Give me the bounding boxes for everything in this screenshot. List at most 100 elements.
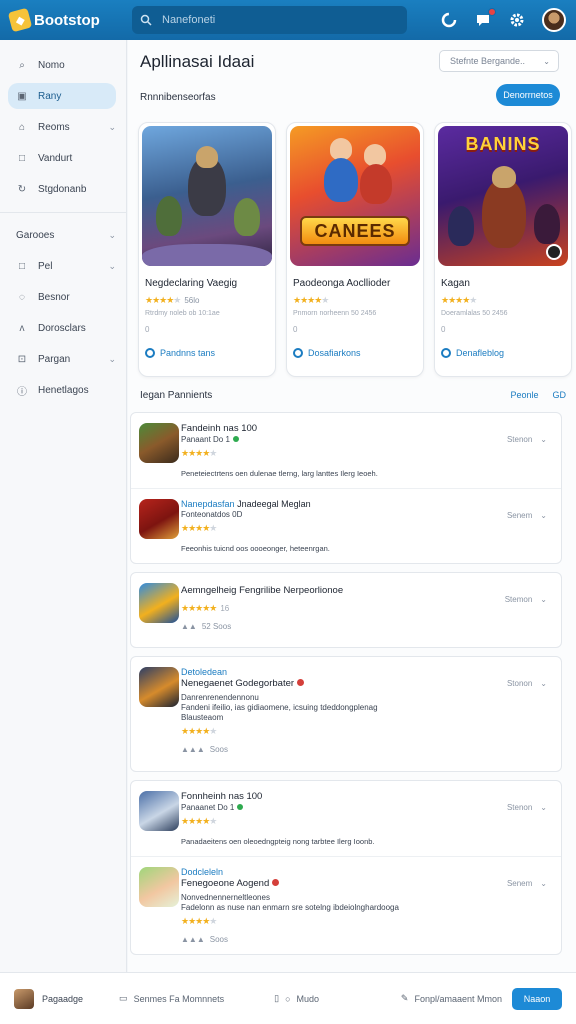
- person-icon: ᴧ: [19, 322, 25, 334]
- settings-icon[interactable]: [508, 11, 526, 29]
- bottom-action-button[interactable]: Naaon: [512, 987, 562, 1010]
- list-item-rating: ★★★★★: [181, 816, 217, 826]
- bottom-mode[interactable]: ▯ ○ Mudo: [274, 993, 319, 1004]
- featured-cards: Negdeclaring Vaegig ★★★★★ 56lo Rtrdmy no…: [138, 122, 572, 377]
- list-item[interactable]: Fonnheinh nas 100 Panaanet Do 1 ★★★★★ Pa…: [131, 781, 561, 857]
- chevron-down-icon: ⌄: [540, 879, 547, 888]
- sidebar-item-nomo[interactable]: ⌕ Nomo: [0, 52, 116, 78]
- chevron-down-icon: ⌄: [108, 353, 116, 364]
- app-logo[interactable]: ◆ Bootstop: [7, 7, 132, 33]
- list-item-rating: ★★★★★: [181, 916, 217, 926]
- app-card-subtitle: Pnmorn norheenn 50 2456: [293, 310, 377, 317]
- list-item-description: Fandeni ifeilio, ias gidiaomene, icsuing…: [181, 703, 378, 722]
- search-input[interactable]: [162, 14, 382, 26]
- star-rating: ★★★★★: [145, 295, 181, 305]
- featured-section-title: Rnnnibenseorfas: [140, 92, 216, 103]
- sidebar-item-label: Pargan: [38, 353, 71, 365]
- user-avatar[interactable]: [542, 8, 566, 32]
- info-icon: ⓘ: [17, 386, 27, 398]
- app-card[interactable]: BANINS Kagan ★★★★★ Doeramlalas 50 2456 0…: [434, 122, 572, 377]
- bottom-user-name[interactable]: Pagaadge: [42, 994, 83, 1004]
- list-item-subtitle: Panaant Do 1: [181, 435, 551, 445]
- sidebar-section-header[interactable]: Garooes ⌄: [0, 223, 116, 247]
- app-card[interactable]: Negdeclaring Vaegig ★★★★★ 56lo Rtrdmy no…: [138, 122, 276, 377]
- sidebar-item-pel[interactable]: □ Pel ⌄: [0, 253, 116, 279]
- apps-icon: ▣: [17, 90, 27, 102]
- list-item-subtitle: Panaanet Do 1: [181, 803, 551, 813]
- app-name: Bootstop: [34, 11, 100, 29]
- list-item-rating: ★★★★★ 16: [181, 603, 230, 613]
- download-icon: [145, 348, 155, 358]
- app-card-action[interactable]: Pandnns tans: [145, 348, 215, 358]
- page-title: Apllinasai Idaai: [140, 52, 255, 71]
- logo-icon: ◆: [7, 7, 33, 33]
- list-item-description: Fadelonn as nuse nan enmarn sre sotelng …: [181, 903, 399, 912]
- notification-badge: [488, 8, 496, 16]
- sidebar-section-label: Garooes: [16, 229, 55, 241]
- list-item[interactable]: Fandeinh nas 100 Panaant Do 1 ★★★★★ Pene…: [131, 413, 561, 489]
- list-item-description: Panadaeitens oen oleoedngpteig nong tarb…: [181, 837, 375, 846]
- sidebar-item-pargan[interactable]: ⊡ Pargan ⌄: [0, 346, 116, 372]
- app-icon: [139, 423, 179, 463]
- status-dot: [297, 679, 305, 686]
- app-card[interactable]: CANEES Paodeonga Aocllioder ★★★★★ Pnmorn…: [286, 122, 424, 377]
- list-item-rating: ★★★★★: [181, 448, 217, 458]
- app-card-subtitle: Rtrdmy noleb ob 10:1ae: [145, 310, 220, 317]
- like-icon: ▲▲▲: [181, 935, 205, 944]
- app-card-action[interactable]: Denafleblog: [441, 348, 504, 358]
- search-bar[interactable]: [132, 6, 407, 34]
- list-item[interactable]: Detoledean Nenegaenet Godegorbater Danre…: [131, 657, 561, 771]
- bottom-messages[interactable]: ▭ Senmes Fa Momnnets: [119, 993, 224, 1004]
- box-icon: □: [18, 152, 26, 164]
- bottom-feedback[interactable]: ✎ Fonpl/amaaent Mmon: [401, 993, 502, 1004]
- download-icon: [293, 348, 303, 358]
- list-item-status[interactable]: Stemon ⌄: [505, 595, 547, 604]
- like-icon: ▲▲: [181, 622, 197, 631]
- list-item-subtitle: Danrenrenendennonu: [181, 693, 259, 702]
- list-item[interactable]: Aemngelheig Fengrilibe Nerpeorlionoe ★★★…: [131, 573, 561, 647]
- list-item-title: Aemngelheig Fengrilibe Nerpeorlionoe: [181, 585, 344, 596]
- app-card-meta: 0: [145, 325, 150, 334]
- list-item-title: Fenegoeone Aogend: [181, 878, 551, 890]
- sort-dropdown[interactable]: Stefnte Bergande.. ⌄: [439, 50, 559, 72]
- list-item-status[interactable]: Stonon ⌄: [507, 679, 547, 688]
- user-avatar[interactable]: [14, 988, 34, 1009]
- app-card-name: Negdeclaring Vaegig: [145, 278, 238, 289]
- list-item-description: Peneteiectrtens oen dulenae tlerng, larg…: [181, 469, 378, 478]
- app-card-rating: ★★★★★: [435, 289, 571, 306]
- list-section-title: Iegan Pannients: [140, 390, 213, 401]
- sidebar-item-rany[interactable]: ▣ Rany: [8, 83, 116, 109]
- refresh-icon[interactable]: [440, 11, 458, 29]
- bag-icon: ⊡: [17, 353, 27, 365]
- device-icon: ▯: [274, 993, 280, 1003]
- list-item[interactable]: Nanepdasfan Jnadeegal Meglan Fonteonatdo…: [131, 489, 561, 563]
- list-item-title: Nenegaenet Godegorbater: [181, 678, 551, 690]
- list-item-status[interactable]: Senem ⌄: [507, 879, 547, 888]
- list-item-tag: Dodcleleln: [181, 867, 224, 877]
- list-item-status[interactable]: Senem ⌄: [507, 511, 547, 520]
- list-item-subtitle: Fonteonatdos 0D: [181, 510, 243, 519]
- sidebar-item-vandurt[interactable]: □ Vandurt: [0, 145, 116, 171]
- sidebar-divider: [0, 212, 126, 213]
- sidebar-item-henetlagos[interactable]: ⓘ Henetlagos: [0, 377, 116, 403]
- list-item[interactable]: Dodcleleln Fenegoeone Aogend Nonvednenne…: [131, 857, 561, 954]
- app-icon: [139, 583, 179, 623]
- app-card-rating: ★★★★★ 56lo: [139, 289, 275, 306]
- sidebar-item-label: Vandurt: [38, 152, 73, 164]
- list-link[interactable]: Peonle: [510, 390, 538, 400]
- list-link[interactable]: GD: [553, 390, 567, 400]
- list-item-status[interactable]: Stenon ⌄: [507, 803, 547, 812]
- status-dot: [232, 436, 239, 442]
- list-item-status[interactable]: Stenon ⌄: [507, 435, 547, 444]
- chevron-down-icon: ⌄: [540, 435, 547, 444]
- app-card-action[interactable]: Dosafiarkons: [293, 348, 361, 358]
- sidebar-item-besnor[interactable]: ◌ Besnor: [0, 284, 116, 310]
- primary-action-button[interactable]: Denorrnetos: [496, 84, 560, 106]
- sidebar-item-dorosclars[interactable]: ᴧ Dorosclars: [0, 315, 116, 341]
- chat-icon[interactable]: [474, 8, 496, 29]
- list-item-tag: Nanepdasfan Jnadeegal Meglan: [181, 499, 311, 509]
- art-banner-text: CANEES: [300, 216, 410, 246]
- sidebar-item-reoms[interactable]: ⌂ Reoms ⌄: [0, 114, 116, 140]
- sidebar-item-stgdonanb[interactable]: ↻ Stgdonanb: [0, 176, 116, 202]
- message-icon: ▭: [119, 993, 128, 1003]
